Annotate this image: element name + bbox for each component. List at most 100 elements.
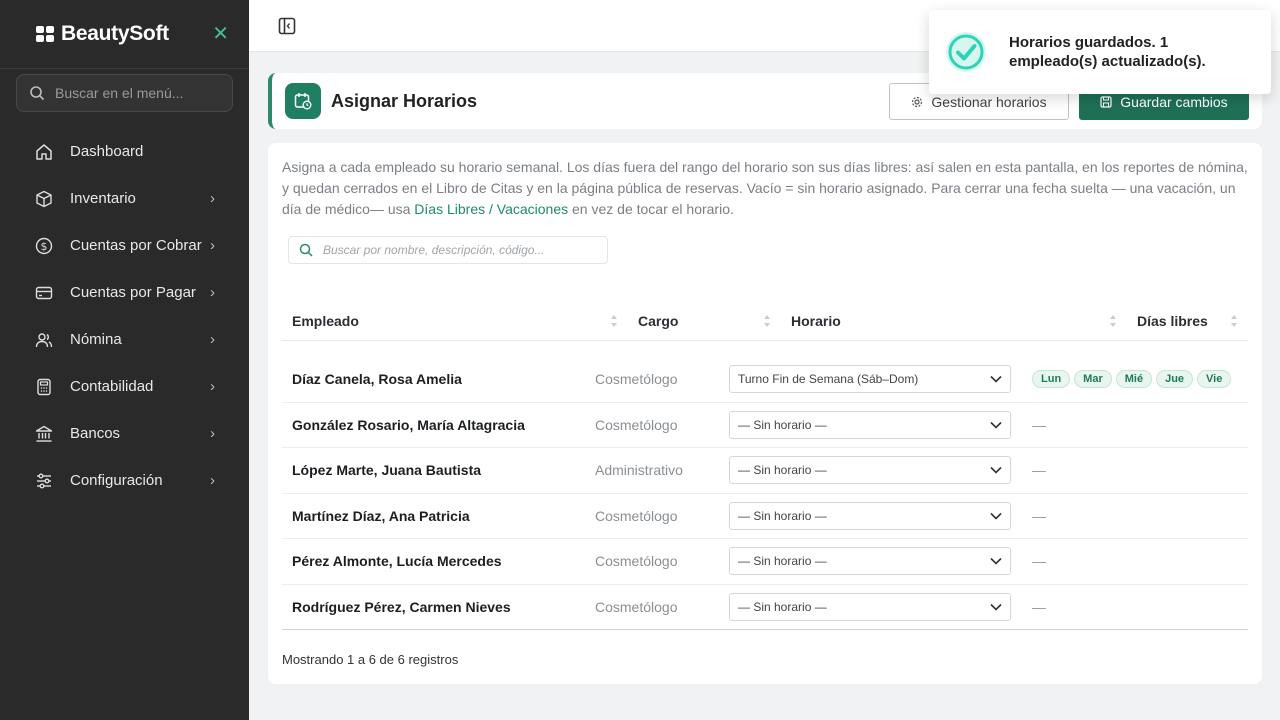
employee-role: Cosmetólogo	[595, 371, 678, 387]
sidebar-item-label: Cuentas por Cobrar	[70, 237, 202, 254]
employee-name: Martínez Díaz, Ana Patricia	[292, 507, 470, 524]
employee-role: Cosmetólogo	[595, 507, 678, 524]
sidebar-item-label: Bancos	[70, 425, 121, 442]
box-icon	[34, 189, 54, 209]
brand-name: BeautySoft	[61, 22, 169, 45]
employee-name: Rodríguez Pérez, Carmen Nieves	[292, 598, 511, 615]
chevron-down-icon	[990, 421, 1002, 429]
days-off-link[interactable]: Días Libres / Vacaciones	[414, 201, 568, 217]
schedules-card: Asigna a cada empleado su horario semana…	[268, 143, 1262, 684]
days-off-empty: —	[1032, 507, 1046, 524]
home-icon	[34, 142, 54, 162]
bank-icon	[34, 424, 54, 444]
table-row: Martínez Díaz, Ana Patricia Cosmetólogo …	[282, 494, 1248, 539]
close-sidebar-icon[interactable]: ✕	[212, 24, 229, 44]
chevron-right-icon: ›	[210, 378, 215, 395]
days-off-empty: —	[1032, 416, 1046, 433]
schedule-select-value: — Sin horario —	[738, 599, 827, 614]
column-header-dias-libres[interactable]: Días libres	[1137, 313, 1208, 329]
schedule-select[interactable]: — Sin horario —	[729, 456, 1011, 484]
table-row: González Rosario, María Altagracia Cosme…	[282, 403, 1248, 448]
sidebar-item-inventario[interactable]: Inventario ›	[0, 175, 249, 222]
day-off-badge: Lun	[1032, 370, 1071, 388]
column-header-cargo[interactable]: Cargo	[638, 313, 678, 329]
sidebar-item-bancos[interactable]: Bancos ›	[0, 410, 249, 457]
sidebar-item-label: Inventario	[70, 190, 136, 207]
sort-icon[interactable]	[610, 313, 618, 329]
sidebar-item-label: Cuentas por Pagar	[70, 284, 196, 301]
day-off-badge: Vie	[1197, 370, 1232, 388]
employee-role: Cosmetólogo	[595, 553, 678, 569]
table-search-input[interactable]	[323, 243, 593, 257]
days-off-empty: —	[1032, 462, 1046, 478]
table-search[interactable]	[288, 236, 608, 264]
menu-search[interactable]	[16, 74, 233, 112]
page-description: Asigna a cada empleado su horario semana…	[282, 157, 1252, 220]
check-circle-icon	[946, 32, 986, 72]
employee-role: Cosmetólogo	[595, 598, 678, 615]
sidebar-item-label: Nómina	[70, 331, 122, 348]
schedule-select[interactable]: — Sin horario —	[729, 501, 1011, 530]
schedule-select[interactable]: — Sin horario —	[729, 592, 1011, 621]
table-row: Rodríguez Pérez, Carmen Nieves Cosmetólo…	[282, 585, 1248, 630]
day-off-badge: Jue	[1156, 370, 1194, 388]
day-off-badge: Mié	[1115, 370, 1153, 388]
toast-message: Horarios guardados. 1 empleado(s) actual…	[1009, 34, 1206, 70]
sidebar-item-dashboard[interactable]: Dashboard	[0, 128, 249, 175]
schedule-select-value: — Sin horario —	[738, 508, 827, 523]
description-text-end: en vez de tocar el horario.	[568, 201, 734, 217]
employee-name: López Marte, Juana Bautista	[292, 462, 482, 478]
chevron-down-icon	[990, 375, 1002, 383]
table-header: Empleado Cargo Horario Días libres	[282, 301, 1248, 341]
brand-logo-icon	[36, 26, 54, 42]
chevron-right-icon: ›	[210, 284, 215, 301]
sidebar-item-label: Contabilidad	[70, 378, 154, 395]
schedule-select-value: Turno Fin de Semana (Sáb–Dom)	[738, 372, 919, 386]
sidebar-item-cuentas-pagar[interactable]: Cuentas por Pagar ›	[0, 269, 249, 316]
days-off-empty: —	[1032, 553, 1046, 569]
day-off-badge: Mar	[1074, 370, 1112, 388]
sidebar-item-cuentas-cobrar[interactable]: $ Cuentas por Cobrar ›	[0, 222, 249, 269]
credit-card-icon	[34, 283, 54, 303]
sidebar: BeautySoft ✕ Dashboard Inventario › $ Cu…	[0, 0, 249, 720]
column-header-horario[interactable]: Horario	[791, 313, 841, 329]
sort-icon[interactable]	[1109, 313, 1117, 329]
table-row: Díaz Canela, Rosa Amelia Cosmetólogo Tur…	[282, 357, 1248, 403]
sidebar-toggle-icon[interactable]	[278, 17, 296, 35]
sort-icon[interactable]	[1230, 313, 1238, 329]
manage-schedules-label: Gestionar horarios	[931, 93, 1047, 110]
table-body: Díaz Canela, Rosa Amelia Cosmetólogo Tur…	[282, 357, 1248, 630]
save-changes-label: Guardar cambios	[1120, 93, 1228, 110]
chevron-down-icon	[990, 512, 1002, 520]
schedule-select[interactable]: Turno Fin de Semana (Sáb–Dom)	[729, 365, 1011, 393]
chevron-right-icon: ›	[210, 425, 215, 442]
dollar-circle-icon: $	[34, 236, 54, 256]
sidebar-item-label: Dashboard	[70, 143, 144, 160]
sidebar-item-nomina[interactable]: Nómina ›	[0, 316, 249, 363]
sidebar-item-configuracion[interactable]: Configuración ›	[0, 457, 249, 504]
schedule-select[interactable]: — Sin horario —	[729, 410, 1011, 439]
employee-name: Díaz Canela, Rosa Amelia	[292, 371, 462, 387]
records-count: Mostrando 1 a 6 de 6 registros	[282, 652, 459, 667]
gear-icon	[912, 96, 923, 107]
chevron-right-icon: ›	[210, 190, 215, 207]
employee-role: Administrativo	[595, 462, 683, 478]
page-title: Asignar Horarios	[331, 90, 478, 111]
svg-text:$: $	[41, 240, 48, 253]
chevron-right-icon: ›	[210, 331, 215, 348]
sidebar-item-label: Configuración	[70, 472, 163, 489]
brand-bar: BeautySoft ✕	[0, 0, 249, 69]
success-toast[interactable]: Horarios guardados. 1 empleado(s) actual…	[929, 10, 1271, 94]
calendar-clock-icon	[285, 83, 321, 119]
schedule-select-value: — Sin horario —	[738, 417, 827, 432]
sort-icon[interactable]	[763, 313, 771, 329]
days-off-list: Lun Mar Mié Jue Vie	[1032, 370, 1232, 388]
schedule-select-value: — Sin horario —	[738, 554, 827, 568]
chevron-right-icon: ›	[210, 472, 215, 489]
chevron-down-icon	[990, 557, 1002, 565]
sidebar-item-contabilidad[interactable]: Contabilidad ›	[0, 363, 249, 410]
menu-search-input[interactable]	[55, 85, 215, 101]
column-header-empleado[interactable]: Empleado	[292, 313, 359, 329]
chevron-down-icon	[990, 603, 1002, 611]
schedule-select[interactable]: — Sin horario —	[729, 547, 1011, 575]
